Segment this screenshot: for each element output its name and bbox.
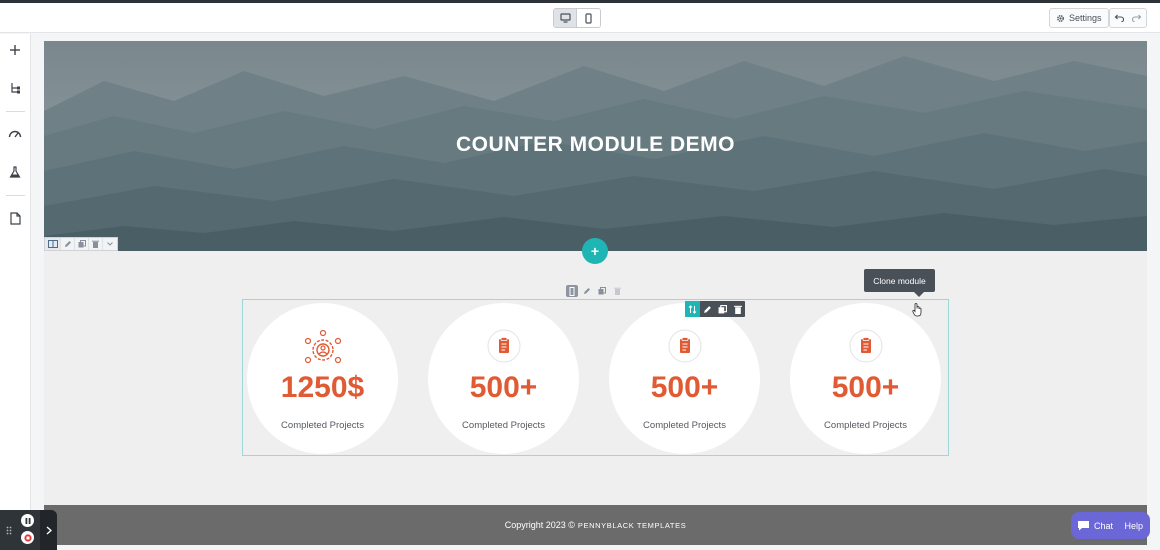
- hand-cursor-icon: [912, 303, 922, 317]
- layout-icon: [47, 240, 58, 248]
- drag-handle-icon: [569, 286, 575, 296]
- module-move-handle[interactable]: [685, 301, 700, 317]
- redo-icon[interactable]: [1132, 14, 1142, 22]
- plus-icon: [10, 45, 20, 55]
- left-sidebar: [0, 34, 31, 550]
- gauge-icon: [8, 130, 22, 138]
- copy-icon: [598, 287, 606, 295]
- clone-module-tooltip: Clone module: [864, 269, 935, 297]
- chat-widget[interactable]: Chat Help: [1071, 512, 1150, 539]
- performance-button[interactable]: [7, 125, 23, 141]
- counter-label: Completed Projects: [643, 420, 726, 431]
- counter-module-row[interactable]: 1250$ Completed Projects 500+ Completed …: [242, 299, 949, 456]
- chat-label: Chat: [1094, 520, 1114, 531]
- counter-card[interactable]: 500+ Completed Projects: [790, 303, 941, 454]
- tree-structure-icon: [11, 83, 20, 94]
- counter-value: 500+: [831, 371, 900, 404]
- clipboard-icon: [668, 329, 701, 363]
- chat-bubble-icon: [1078, 521, 1089, 531]
- pencil-icon: [584, 288, 590, 294]
- section-delete-button[interactable]: [89, 238, 103, 250]
- pencil-icon: [704, 305, 711, 313]
- section-layout-button[interactable]: [45, 238, 61, 250]
- settings-label: Settings: [1069, 13, 1102, 23]
- page-icon: [9, 211, 21, 225]
- counter-icon-wrap: [247, 329, 398, 367]
- pause-icon: [25, 517, 30, 524]
- chevron-down-icon: [107, 242, 113, 246]
- counter-label: Completed Projects: [281, 420, 364, 431]
- drag-grip-icon[interactable]: [6, 526, 12, 535]
- flask-icon: [9, 166, 21, 178]
- move-arrows-icon: [688, 304, 697, 314]
- sidebar-divider: [6, 195, 25, 196]
- record-stop-icon: [23, 533, 32, 542]
- counter-icon-wrap: [428, 329, 579, 363]
- row-drag-handle[interactable]: [566, 285, 578, 297]
- footer-brand: PENNYBLACK TEMPLATES: [577, 520, 687, 530]
- section-more-button[interactable]: [103, 238, 117, 250]
- row-clone-button[interactable]: [596, 285, 608, 297]
- counter-value: 1250$: [280, 371, 365, 404]
- counter-icon-wrap: [609, 329, 760, 363]
- trash-icon: [92, 240, 99, 248]
- counter-icon-wrap: [790, 329, 941, 363]
- page-canvas: COUNTER MODULE DEMO + 1250$ Completed Pr…: [44, 41, 1147, 545]
- test-button[interactable]: [7, 164, 23, 180]
- counter-card[interactable]: 500+ Completed Projects: [428, 303, 579, 454]
- counter-card[interactable]: 1250$ Completed Projects: [247, 303, 398, 454]
- help-label[interactable]: Help: [1124, 521, 1143, 531]
- clipboard-icon: [487, 329, 520, 363]
- counter-label: Completed Projects: [462, 420, 545, 431]
- desktop-view-button[interactable]: [554, 9, 577, 27]
- section-toolbar: [44, 237, 118, 251]
- row-delete-button[interactable]: [611, 285, 623, 297]
- mobile-icon: [585, 12, 592, 24]
- device-switcher: [553, 8, 601, 28]
- section-clone-button[interactable]: [75, 238, 89, 250]
- mobile-view-button[interactable]: [577, 9, 600, 27]
- copy-icon: [718, 304, 727, 313]
- module-delete-button[interactable]: [730, 301, 745, 317]
- page-footer: Copyright 2023 © PENNYBLACK TEMPLATES: [44, 505, 1147, 545]
- sidebar-divider: [6, 111, 25, 112]
- hero-title: COUNTER MODULE DEMO: [456, 133, 735, 156]
- counter-value: 500+: [469, 371, 538, 404]
- undo-icon[interactable]: [1114, 14, 1124, 22]
- module-edit-button[interactable]: [700, 301, 715, 317]
- counter-value: 500+: [650, 371, 719, 404]
- trash-icon: [733, 305, 742, 314]
- screen-recorder-widget: [0, 510, 57, 550]
- expand-recorder-button[interactable]: [40, 510, 57, 550]
- module-clone-button[interactable]: [715, 301, 730, 317]
- settings-button[interactable]: Settings: [1049, 8, 1109, 28]
- counter-label: Completed Projects: [824, 420, 907, 431]
- add-element-button[interactable]: [7, 42, 23, 58]
- undo-redo-group: [1109, 8, 1147, 28]
- counter-card[interactable]: 500+ Completed Projects: [609, 303, 760, 454]
- row-toolbar: [566, 284, 623, 298]
- module-toolbar: [685, 301, 745, 317]
- hero-section[interactable]: COUNTER MODULE DEMO: [44, 41, 1147, 251]
- row-edit-button[interactable]: [581, 285, 593, 297]
- pause-recording-button[interactable]: [21, 514, 34, 527]
- trash-icon: [613, 287, 621, 295]
- page-builder-app: Settings COUNTER MODULE DEMO + 1250$ Com…: [0, 0, 1160, 550]
- top-toolbar: Settings: [0, 3, 1160, 33]
- desktop-icon: [559, 13, 571, 23]
- add-section-button[interactable]: +: [582, 238, 608, 264]
- gear-people-icon: [304, 329, 341, 364]
- structure-button[interactable]: [7, 80, 23, 96]
- footer-copyright: Copyright 2023 ©: [504, 520, 575, 530]
- section-edit-button[interactable]: [61, 238, 75, 250]
- pencil-icon: [64, 241, 71, 247]
- chevron-right-icon: [46, 525, 52, 535]
- clipboard-icon: [849, 329, 882, 363]
- stop-recording-button[interactable]: [21, 531, 34, 544]
- pages-button[interactable]: [7, 210, 23, 226]
- gear-icon: [1057, 14, 1064, 22]
- copy-icon: [78, 240, 86, 248]
